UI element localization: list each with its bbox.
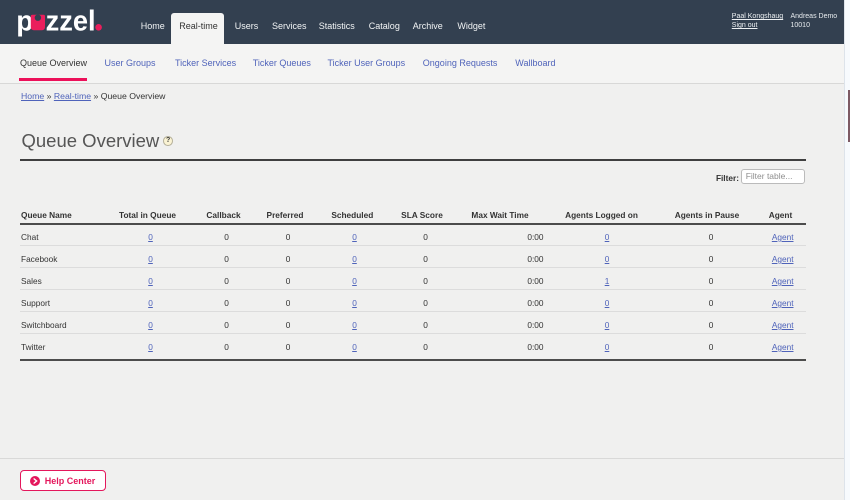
svg-text:p: p — [16, 6, 33, 38]
svg-text:zzel: zzel — [46, 6, 96, 38]
